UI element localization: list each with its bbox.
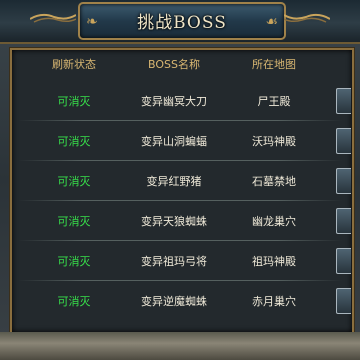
row-divider (18, 240, 342, 241)
status-cell: 可消灭 (57, 95, 91, 108)
status-cell: 可消灭 (57, 175, 91, 188)
status-cell: 可消灭 (57, 215, 91, 228)
table-row[interactable]: 可消灭 变异逆魔蜘蛛 赤月巢穴 (12, 282, 348, 321)
header-refresh-status: 刷新状态 (52, 58, 96, 71)
map-cell: 祖玛神殿 (252, 255, 296, 268)
boss-name-cell: 变异天狼蜘蛛 (141, 215, 207, 228)
boss-name-cell: 变异山洞蝙蝠 (141, 135, 207, 148)
table-row[interactable]: 可消灭 变异幽冥大刀 尸王殿 (12, 82, 348, 121)
header-boss-name: BOSS名称 (148, 58, 200, 71)
row-divider (18, 120, 342, 121)
right-wing-ornament (284, 13, 330, 23)
boss-table: 刷新状态 BOSS名称 所在地图 可消灭 变异幽冥大刀 尸王殿 可消灭 变异山洞… (10, 48, 354, 334)
map-cell: 尸王殿 (257, 95, 291, 108)
table-row[interactable]: 可消灭 变异山洞蝙蝠 沃玛神殿 (12, 122, 348, 161)
map-cell: 沃玛神殿 (252, 135, 296, 148)
map-cell: 赤月巢穴 (252, 295, 296, 308)
status-cell: 可消灭 (57, 295, 91, 308)
goto-boss-button[interactable] (336, 88, 351, 114)
row-divider (18, 200, 342, 201)
title-plate: ❧ 挑战BOSS ☙ (78, 2, 286, 40)
map-cell: 幽龙巢穴 (252, 215, 296, 228)
goto-boss-button[interactable] (336, 128, 351, 154)
goto-boss-button[interactable] (336, 168, 351, 194)
window-title: 挑战BOSS (137, 13, 227, 33)
boss-name-cell: 变异祖玛弓将 (141, 255, 207, 268)
boss-name-cell: 变异逆魔蜘蛛 (141, 295, 207, 308)
status-cell: 可消灭 (57, 255, 91, 268)
row-divider (18, 280, 342, 281)
map-cell: 石墓禁地 (252, 175, 296, 188)
left-wing-ornament (30, 13, 76, 23)
right-scroll-icon: ☙ (265, 14, 278, 30)
title-bar: ❧ 挑战BOSS ☙ (0, 0, 360, 44)
goto-boss-button[interactable] (336, 248, 351, 274)
boss-name-cell: 变异红野猪 (146, 175, 202, 188)
goto-boss-button[interactable] (336, 208, 351, 234)
goto-boss-button[interactable] (336, 288, 351, 314)
table-row[interactable]: 可消灭 变异天狼蜘蛛 幽龙巢穴 (12, 202, 348, 241)
row-divider (18, 160, 342, 161)
game-scene-backdrop (0, 332, 360, 360)
table-row[interactable]: 可消灭 变异祖玛弓将 祖玛神殿 (12, 242, 348, 281)
boss-name-cell: 变异幽冥大刀 (141, 95, 207, 108)
boss-window: ❧ 挑战BOSS ☙ 刷新状态 BOSS名称 所在地图 可消灭 变异幽冥大刀 尸… (0, 0, 360, 360)
status-cell: 可消灭 (57, 135, 91, 148)
header-map: 所在地图 (252, 58, 296, 71)
table-row[interactable]: 可消灭 变异红野猪 石墓禁地 (12, 162, 348, 201)
